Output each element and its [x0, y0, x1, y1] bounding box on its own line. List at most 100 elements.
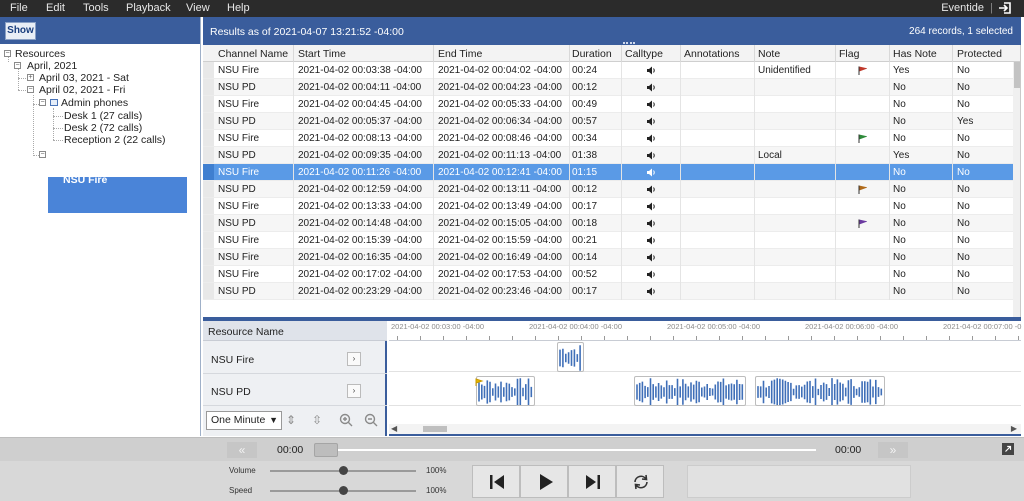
collapse-icon[interactable]: − — [4, 50, 11, 57]
tree-root-resources[interactable]: Resources — [15, 48, 65, 60]
scroll-left-icon[interactable]: ◀ — [391, 424, 397, 433]
resize-grip[interactable] — [623, 42, 635, 44]
column-header-channel-name[interactable]: Channel Name — [218, 48, 288, 60]
column-header-duration[interactable]: Duration — [572, 48, 612, 60]
column-header-has-note[interactable]: Has Note — [893, 48, 937, 60]
audio-clip[interactable] — [755, 376, 885, 406]
collapse-icon[interactable]: − — [14, 62, 21, 69]
tree-group-admin-phones[interactable]: Admin phones — [61, 97, 128, 109]
timeline-canvas[interactable]: 2021-04-02 00:03:00 -04:00 2021-04-02 00… — [389, 321, 1021, 436]
scroll-right-icon[interactable]: ▶ — [1011, 424, 1017, 433]
table-row[interactable]: NSU PD 2021-04-02 00:12:59 -04:00 2021-04-… — [203, 181, 1013, 198]
speaker-icon[interactable] — [646, 202, 656, 211]
table-row[interactable]: NSU PD 2021-04-02 00:14:48 -04:00 2021-04-… — [203, 215, 1013, 232]
tree-day-april-03[interactable]: April 03, 2021 - Sat — [39, 72, 129, 84]
logout-icon[interactable] — [998, 1, 1012, 15]
volume-slider-handle[interactable] — [339, 466, 348, 475]
speaker-icon[interactable] — [646, 100, 656, 109]
show-button[interactable]: Show — [5, 22, 36, 40]
scrollbar-thumb[interactable] — [423, 426, 447, 432]
collapse-icon[interactable]: − — [39, 151, 46, 158]
tree-month[interactable]: April, 2021 — [27, 60, 77, 72]
tree-item-desk-2[interactable]: Desk 2 (72 calls) — [64, 122, 142, 134]
table-row[interactable]: NSU Fire 2021-04-02 00:03:38 -04:00 2021-0… — [203, 62, 1013, 79]
menu-help[interactable]: Help — [227, 2, 250, 14]
menu-playback[interactable]: Playback — [126, 2, 171, 14]
tree-day-april-02[interactable]: April 02, 2021 - Fri — [39, 84, 125, 96]
loop-button[interactable] — [616, 465, 664, 498]
table-row[interactable]: NSU PD 2021-04-02 00:09:35 -04:00 2021-04-… — [203, 147, 1013, 164]
speaker-icon[interactable] — [646, 117, 656, 126]
collapse-rows-icon[interactable]: ⇳ — [310, 413, 324, 427]
table-row[interactable]: NSU PD 2021-04-02 00:05:37 -04:00 2021-04-… — [203, 113, 1013, 130]
column-header-end-time[interactable]: End Time — [438, 48, 482, 60]
audio-clip[interactable] — [476, 376, 535, 406]
speaker-icon[interactable] — [646, 270, 656, 279]
cell-has-note: No — [893, 252, 906, 263]
timeline-horizontal-scrollbar[interactable]: ◀ ▶ — [389, 424, 1021, 434]
cell-has-note: No — [893, 116, 906, 127]
fast-forward-icon[interactable]: » — [878, 442, 908, 458]
collapse-icon[interactable]: − — [39, 99, 46, 106]
next-button[interactable] — [568, 465, 616, 498]
speaker-icon[interactable] — [646, 168, 656, 177]
column-header-calltype[interactable]: Calltype — [625, 48, 663, 60]
flag-icon[interactable] — [857, 134, 867, 143]
menu-file[interactable]: File — [10, 2, 28, 14]
zoom-out-icon[interactable] — [364, 413, 378, 427]
speaker-icon[interactable] — [646, 66, 656, 75]
audio-clip[interactable] — [634, 376, 746, 406]
menu-edit[interactable]: Edit — [46, 2, 65, 14]
table-vertical-scrollbar[interactable] — [1013, 62, 1020, 317]
menu-view[interactable]: View — [186, 2, 210, 14]
speaker-icon[interactable] — [646, 185, 656, 194]
zoom-in-icon[interactable] — [339, 413, 353, 427]
cell-channel: NSU Fire — [218, 167, 260, 178]
speaker-icon[interactable] — [646, 83, 656, 92]
seek-track[interactable] — [314, 449, 816, 451]
chevron-right-icon[interactable]: › — [347, 384, 361, 398]
table-row[interactable]: NSU PD 2021-04-02 00:04:11 -04:00 2021-04-… — [203, 79, 1013, 96]
chevron-right-icon[interactable]: › — [347, 352, 361, 366]
speaker-icon[interactable] — [646, 236, 656, 245]
tree-item-desk-1[interactable]: Desk 1 (27 calls) — [64, 110, 142, 122]
speaker-icon[interactable] — [646, 151, 656, 160]
seek-handle[interactable] — [314, 443, 338, 457]
speaker-icon[interactable] — [646, 253, 656, 262]
expand-rows-icon[interactable]: ⇕ — [284, 413, 298, 427]
speaker-icon[interactable] — [646, 134, 656, 143]
tree-item-reception-2[interactable]: Reception 2 (22 calls) — [64, 134, 166, 146]
audio-clip[interactable] — [557, 342, 584, 372]
tree-item-nsu-pd[interactable]: NSU PD — [63, 162, 103, 174]
column-header-note[interactable]: Note — [758, 48, 780, 60]
flag-icon[interactable] — [857, 185, 867, 194]
table-row[interactable]: NSU Fire 2021-04-02 00:13:33 -04:00 2021-0… — [203, 198, 1013, 215]
table-row[interactable]: NSU Fire 2021-04-02 00:04:45 -04:00 2021-0… — [203, 96, 1013, 113]
tree-group-radio[interactable]: Radio — [59, 149, 88, 161]
table-row[interactable]: NSU Fire 2021-04-02 00:08:13 -04:00 2021-0… — [203, 130, 1013, 147]
expand-icon[interactable]: + — [27, 74, 34, 81]
table-row[interactable]: NSU Fire 2021-04-02 00:16:35 -04:00 2021-0… — [203, 249, 1013, 266]
table-row[interactable]: NSU Fire 2021-04-02 00:11:26 -04:00 2021-0… — [203, 164, 1013, 181]
table-row[interactable]: NSU PD 2021-04-02 00:23:29 -04:00 2021-04-… — [203, 283, 1013, 300]
table-row[interactable]: NSU Fire 2021-04-02 00:17:02 -04:00 2021-0… — [203, 266, 1013, 283]
tree-item-nsu-fire[interactable]: NSU Fire — [63, 174, 107, 186]
speaker-icon[interactable] — [646, 287, 656, 296]
menu-tools[interactable]: Tools — [83, 2, 109, 14]
scrollbar-thumb[interactable] — [1014, 62, 1020, 88]
flag-icon[interactable] — [857, 219, 867, 228]
column-header-start-time[interactable]: Start Time — [298, 48, 346, 60]
column-header-flag[interactable]: Flag — [839, 48, 859, 60]
flag-icon[interactable] — [857, 66, 867, 75]
previous-button[interactable] — [472, 465, 520, 498]
table-row[interactable]: NSU Fire 2021-04-02 00:15:39 -04:00 2021-0… — [203, 232, 1013, 249]
play-button[interactable] — [520, 465, 568, 498]
collapse-icon[interactable]: − — [27, 86, 34, 93]
column-header-protected[interactable]: Protected — [957, 48, 1002, 60]
popout-icon[interactable] — [1002, 443, 1014, 455]
rewind-icon[interactable]: « — [227, 442, 257, 458]
column-header-annotations[interactable]: Annotations — [684, 48, 739, 60]
speed-slider-handle[interactable] — [339, 486, 348, 495]
zoom-level-select[interactable]: One Minute ▼ — [206, 411, 282, 430]
speaker-icon[interactable] — [646, 219, 656, 228]
